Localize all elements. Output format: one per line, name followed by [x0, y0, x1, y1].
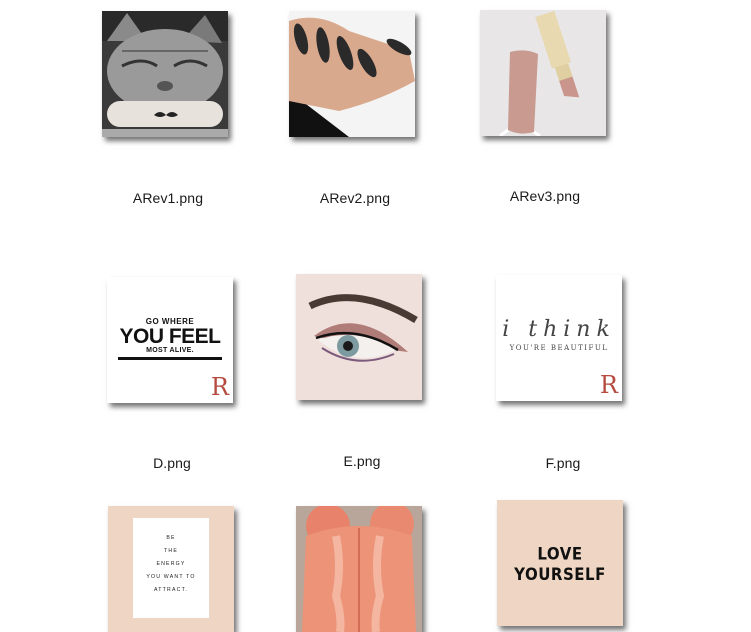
thumbnail-arev2[interactable]: [289, 11, 415, 137]
r-logo: R: [210, 373, 229, 401]
cat-photo: [102, 11, 228, 137]
quote-line-2: YOU'RE BEAUTIFUL: [509, 344, 609, 352]
thumbnail-arev3[interactable]: [480, 10, 606, 136]
lipstick-photo: [480, 10, 606, 136]
thumbnail-hair[interactable]: [296, 506, 422, 632]
thumbnail-love-yourself[interactable]: LOVE YOURSELF: [497, 500, 623, 626]
quote-card: BE THE ENERGY YOU WANT TO ATTRACT.: [133, 518, 209, 618]
file-label-d: D.png: [153, 455, 191, 471]
thumbnail-arev1[interactable]: [102, 11, 228, 137]
file-label-arev1: ARev1.png: [132, 190, 204, 206]
nails-photo: [289, 11, 415, 137]
quote-line-1: i think: [502, 317, 616, 342]
thumbnail-e[interactable]: [296, 274, 422, 400]
quote-text-d: GO WHERE YOU FEEL MOST ALIVE.: [107, 317, 233, 360]
eye-makeup-photo: [296, 274, 422, 400]
thumbnail-f[interactable]: i think YOU'RE BEAUTIFUL R: [496, 275, 622, 401]
quote-line-3: MOST ALIVE.: [146, 347, 194, 354]
underline-bar: [118, 357, 222, 360]
hair-photo: [296, 506, 422, 632]
quote-text-f: i think YOU'RE BEAUTIFUL: [496, 317, 622, 352]
file-label-arev2: ARev2.png: [319, 190, 391, 206]
file-label-f: F.png: [545, 455, 581, 471]
quote-text: LOVE YOURSELF: [514, 543, 606, 585]
thumbnail-energy-quote[interactable]: BE THE ENERGY YOU WANT TO ATTRACT.: [108, 506, 234, 632]
file-label-e: E.png: [343, 453, 381, 469]
quote-line-2: YOU FEEL: [119, 325, 221, 348]
file-label-arev3: ARev3.png: [509, 188, 581, 204]
r-logo: R: [599, 371, 618, 399]
thumbnail-d[interactable]: GO WHERE YOU FEEL MOST ALIVE. R: [107, 277, 233, 403]
quote-text: BE THE ENERGY YOU WANT TO ATTRACT.: [146, 535, 196, 593]
